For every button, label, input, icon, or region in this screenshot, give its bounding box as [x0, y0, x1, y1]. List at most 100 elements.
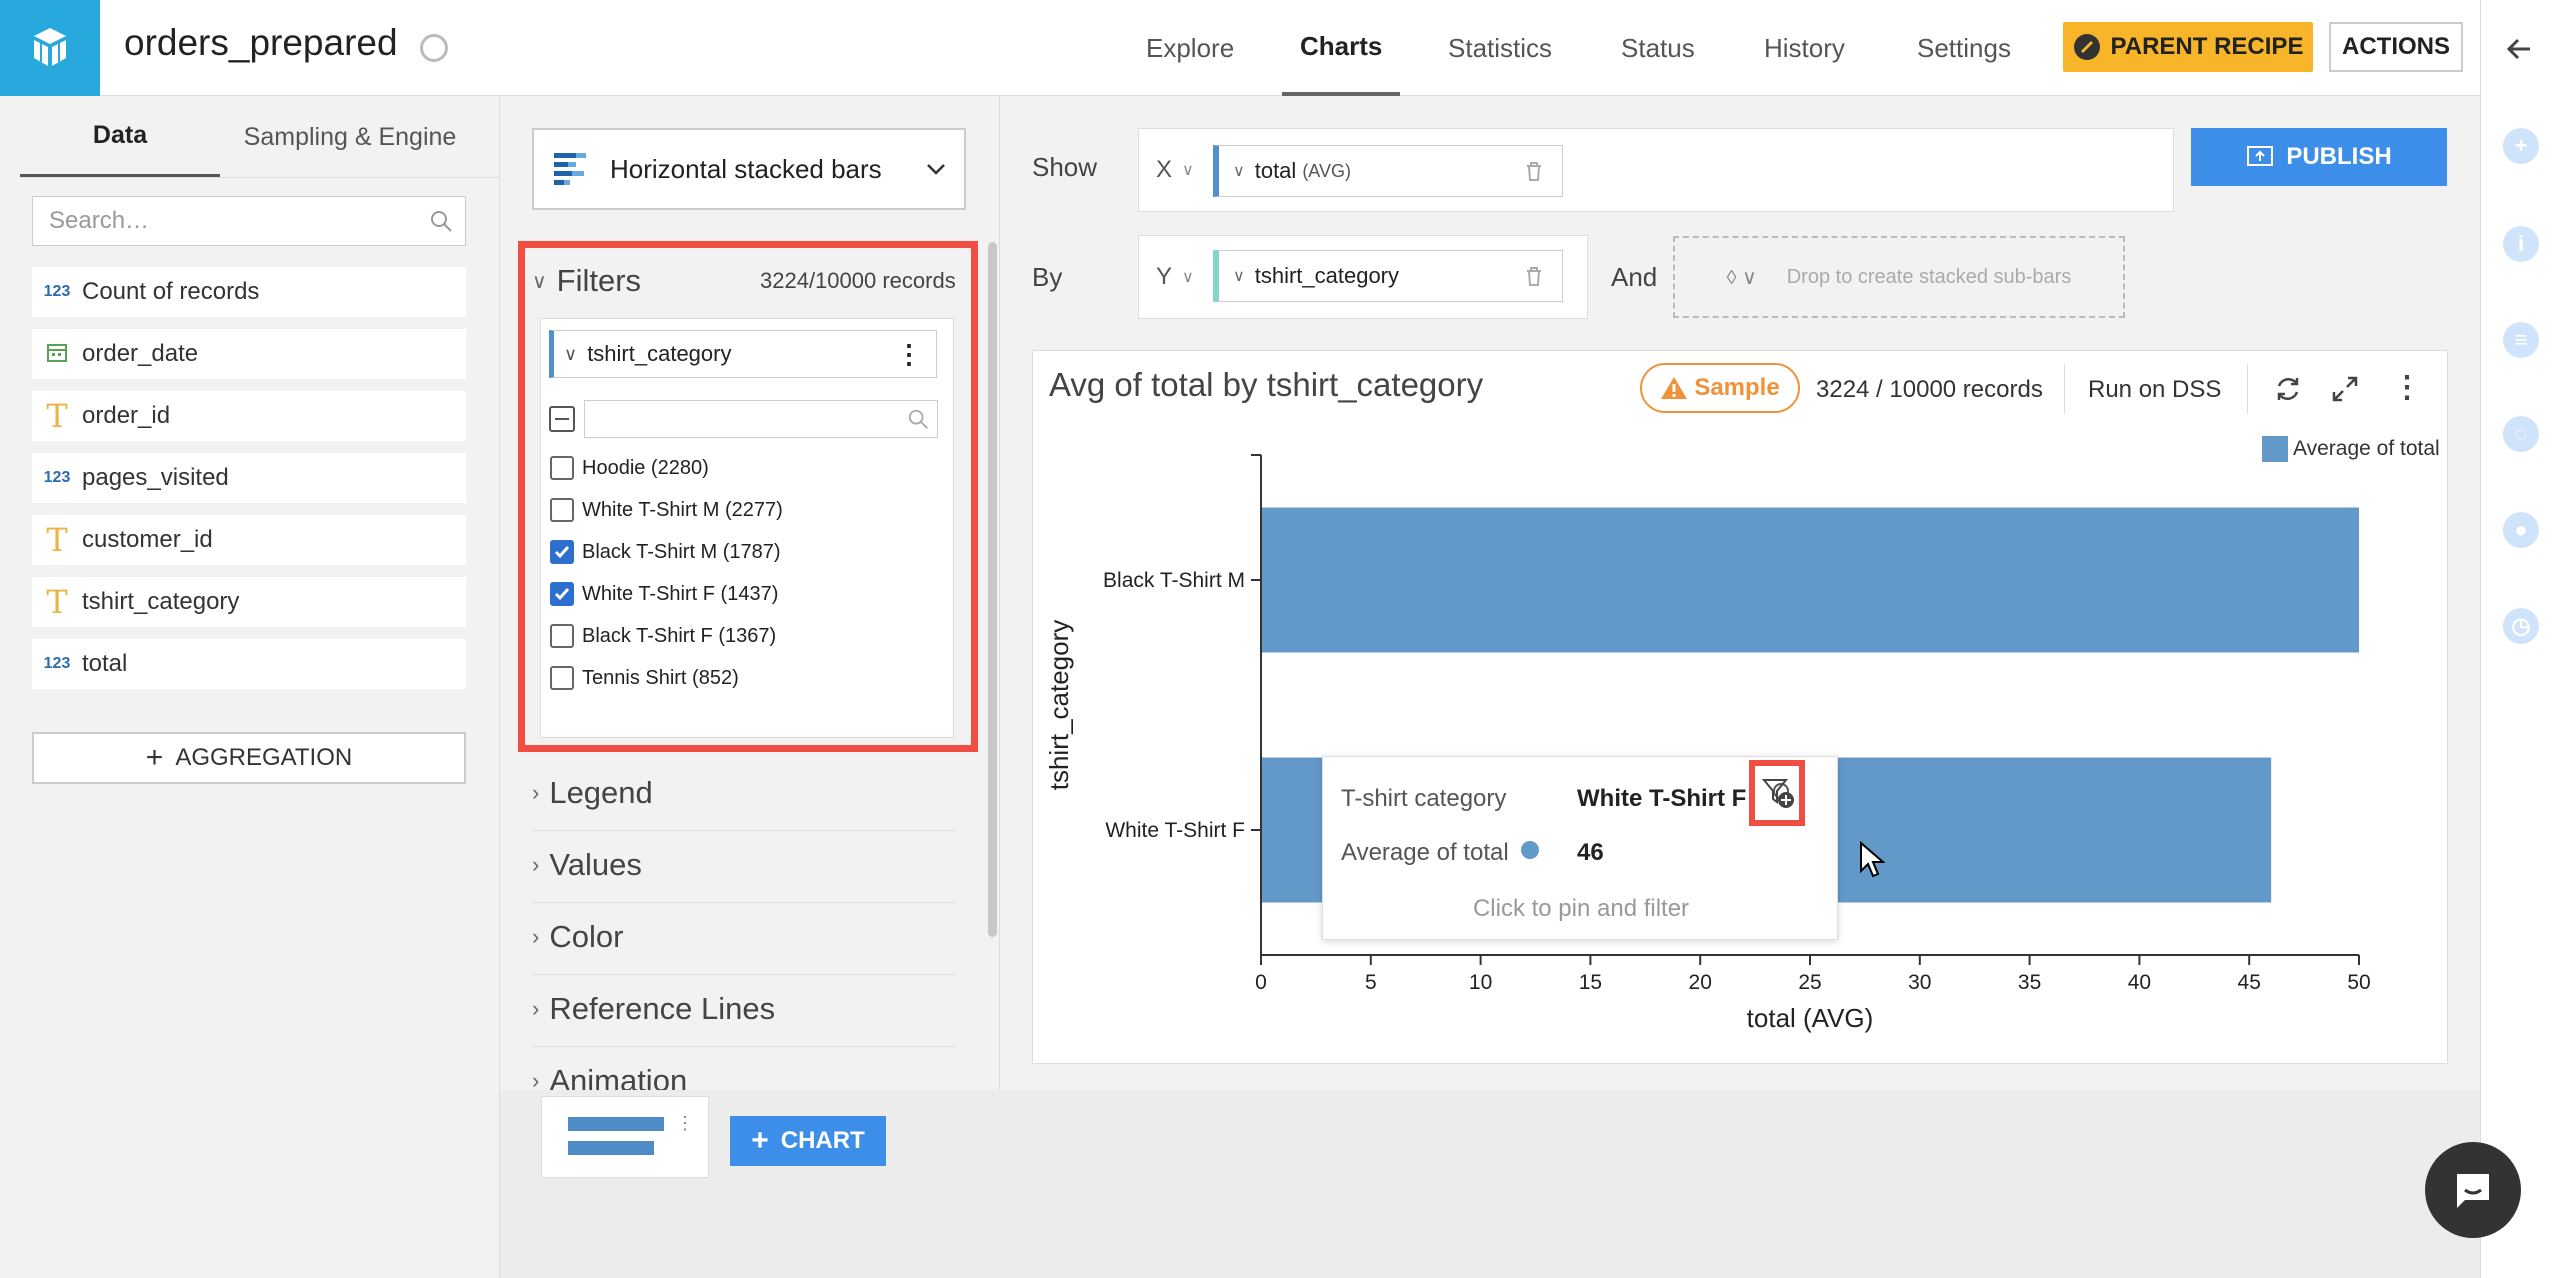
nav-charts[interactable]: Charts: [1282, 0, 1401, 96]
chat-bubble-icon[interactable]: [2425, 1142, 2521, 1238]
sync-status-icon[interactable]: [420, 34, 448, 62]
checkbox[interactable]: [550, 498, 574, 522]
search-placeholder: Search…: [49, 207, 150, 234]
drop-hint: Drop to create stacked sub-bars: [1786, 265, 2072, 288]
x-measure-label: total: [1254, 158, 1297, 183]
more-options-icon[interactable]: ⋮: [2392, 370, 2422, 405]
filters-title: Filters: [556, 263, 642, 298]
config-scrollbar[interactable]: [988, 242, 997, 937]
checkbox-checked[interactable]: [550, 582, 574, 606]
field-customer-id[interactable]: T customer_id: [32, 515, 466, 565]
more-options-icon[interactable]: ⋮: [896, 339, 922, 370]
list-icon[interactable]: ≡: [2503, 322, 2539, 358]
x-tick-label: 30: [1908, 971, 1931, 994]
x-tick-label: 50: [2347, 971, 2370, 994]
sample-badge[interactable]: Sample: [1640, 363, 1800, 413]
y-axis-label: Y: [1156, 263, 1173, 290]
nav-explore[interactable]: Explore: [1128, 0, 1252, 96]
field-search-input[interactable]: Search…: [32, 196, 466, 246]
reference-lines-section-toggle[interactable]: › Reference Lines: [532, 991, 775, 1027]
field-tshirt-category[interactable]: T tshirt_category: [32, 577, 466, 627]
checkbox[interactable]: [550, 666, 574, 690]
filters-section-toggle[interactable]: ∨ Filters: [532, 263, 641, 299]
y-axis-selector[interactable]: Y ∨: [1156, 263, 1194, 291]
field-order-date[interactable]: order_date: [32, 329, 466, 379]
show-label: Show: [1032, 152, 1098, 182]
field-label: order_id: [82, 402, 171, 429]
run-on-dss-button[interactable]: Run on DSS: [2088, 376, 2221, 404]
lab-icon[interactable]: ●: [2503, 512, 2539, 548]
field-order-id[interactable]: T order_id: [32, 391, 466, 441]
recipe-icon: [2073, 34, 2100, 60]
add-icon[interactable]: +: [2503, 128, 2539, 164]
actions-button[interactable]: ACTIONS: [2329, 22, 2463, 72]
tooltip-hint: Click to pin and filter: [1472, 895, 1690, 922]
chevron-right-icon: ›: [532, 996, 540, 1021]
tooltip-measure-key: Average of total: [1341, 839, 1509, 866]
color-section-toggle[interactable]: › Color: [532, 919, 623, 955]
filter-value-label: Tennis Shirt (852): [582, 666, 739, 689]
nav-status[interactable]: Status: [1603, 0, 1713, 96]
field-count-of-records[interactable]: 123 Count of records: [32, 267, 466, 317]
collapse-arrow-icon[interactable]: [2504, 34, 2534, 72]
nav-history[interactable]: History: [1746, 0, 1863, 96]
nav-statistics[interactable]: Statistics: [1430, 0, 1570, 96]
tab-data[interactable]: Data: [20, 96, 220, 178]
filter-value-hoodie[interactable]: Hoodie (2280): [550, 456, 709, 480]
values-section-toggle[interactable]: › Values: [532, 847, 642, 883]
legend-section-toggle[interactable]: › Legend: [532, 775, 653, 811]
trash-icon[interactable]: [1524, 265, 1544, 287]
chevron-down-icon: ∨: [1182, 269, 1194, 286]
discussion-icon[interactable]: ◌: [2503, 416, 2539, 452]
trash-icon[interactable]: [1524, 160, 1544, 182]
info-icon[interactable]: i: [2503, 226, 2539, 262]
filter-values-search[interactable]: [584, 400, 938, 438]
tab-sampling-engine[interactable]: Sampling & Engine: [220, 96, 480, 178]
add-aggregation-button[interactable]: + AGGREGATION: [32, 732, 466, 784]
select-all-toggle[interactable]: [549, 406, 575, 432]
chart-tab-thumbnail[interactable]: ⋮: [541, 1096, 709, 1178]
filter-value-white-tshirt-f[interactable]: White T-Shirt F (1437): [550, 582, 778, 606]
nav-settings[interactable]: Settings: [1899, 0, 2029, 96]
chart-records-count: 3224 / 10000 records: [1816, 376, 2043, 403]
text-type-icon: T: [46, 521, 68, 559]
field-pages-visited[interactable]: 123 pages_visited: [32, 453, 466, 503]
checkbox[interactable]: [550, 456, 574, 480]
parent-recipe-label: PARENT RECIPE: [2110, 33, 2304, 60]
stack-drop-zone[interactable]: ◊ ∨ Drop to create stacked sub-bars: [1673, 236, 2125, 318]
parent-recipe-button[interactable]: PARENT RECIPE: [2063, 22, 2313, 72]
tab-divider: [20, 177, 500, 178]
bar-black-t-shirt-m[interactable]: [1261, 507, 2359, 653]
section-divider: [532, 1046, 956, 1047]
add-chart-button[interactable]: + CHART: [730, 1116, 886, 1166]
and-label: And: [1611, 262, 1658, 292]
field-total[interactable]: 123 total: [32, 639, 466, 689]
x-measure-pill[interactable]: ∨ total (AVG): [1213, 145, 1563, 197]
tooltip-measure-value: 46: [1577, 839, 1604, 866]
field-label: total: [82, 650, 128, 677]
section-label: Values: [549, 847, 642, 882]
chart-type-select[interactable]: Horizontal stacked bars: [532, 128, 966, 210]
tooltip-category-key: T-shirt category: [1341, 785, 1507, 812]
filter-dimension-header[interactable]: ∨ tshirt_category ⋮: [549, 330, 937, 378]
divider: [2064, 364, 2065, 414]
chevron-down-icon: ∨: [1233, 163, 1245, 180]
filter-value-black-tshirt-f[interactable]: Black T-Shirt F (1367): [550, 624, 776, 648]
more-options-icon[interactable]: ⋮: [676, 1113, 694, 1134]
filter-value-tennis-shirt[interactable]: Tennis Shirt (852): [550, 666, 739, 690]
filter-value-white-tshirt-m[interactable]: White T-Shirt M (2277): [550, 498, 783, 522]
publish-button[interactable]: PUBLISH: [2191, 128, 2447, 186]
checkbox[interactable]: [550, 624, 574, 648]
add-chart-label: CHART: [780, 1127, 865, 1154]
plus-icon: +: [145, 741, 164, 774]
filter-value-black-tshirt-m[interactable]: Black T-Shirt M (1787): [550, 540, 781, 564]
timeline-icon[interactable]: ◷: [2503, 608, 2539, 644]
section-divider: [532, 974, 956, 975]
add-filter-icon[interactable]: [1762, 776, 1796, 810]
refresh-icon[interactable]: [2273, 374, 2303, 409]
dss-logo-icon[interactable]: [0, 0, 100, 96]
x-axis-selector[interactable]: X ∨: [1156, 156, 1194, 184]
checkbox-checked[interactable]: [550, 540, 574, 564]
expand-icon[interactable]: [2330, 374, 2360, 409]
y-dimension-pill[interactable]: ∨ tshirt_category: [1213, 250, 1563, 302]
